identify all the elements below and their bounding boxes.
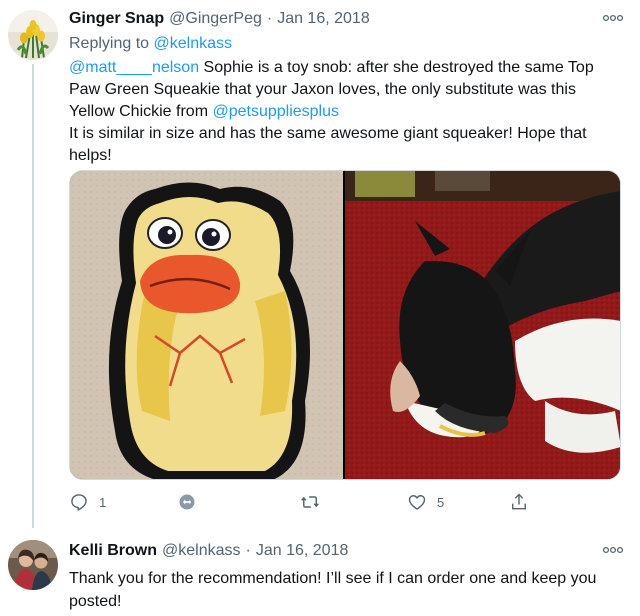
tweet-date[interactable]: Jan 16, 2018 (277, 9, 370, 29)
tweet-text: Thank you for the recommendation! I’ll s… (69, 570, 597, 610)
reply-button[interactable]: 1 (69, 492, 106, 512)
tweet-ginger-snap[interactable]: Ginger Snap @GingerPeg · Jan 16, 2018 Re… (0, 0, 640, 528)
replying-mention-link[interactable]: @kelnkass (154, 35, 233, 52)
like-count: 5 (437, 494, 445, 510)
tweet-header: Kelli Brown @kelnkass · Jan 16, 2018 (69, 541, 624, 561)
tweet-content: Ginger Snap @GingerPeg · Jan 16, 2018 Re… (69, 9, 624, 167)
retweet-icon (301, 496, 319, 508)
avatar[interactable] (8, 540, 58, 590)
replying-to: Replying to @kelnkass (69, 33, 624, 55)
author-handle[interactable]: @GingerPeg (169, 9, 262, 29)
couple-avatar-image (8, 540, 58, 590)
retweet-icon (179, 494, 195, 510)
tulips-avatar-image (8, 10, 58, 60)
dog-with-toy-photo[interactable] (345, 171, 620, 479)
reply-count: 1 (99, 494, 107, 510)
separator-dot: · (245, 542, 251, 559)
author-name[interactable]: Kelli Brown (69, 541, 157, 561)
reply-icon (71, 494, 87, 511)
yellow-chickie-toy-photo[interactable] (70, 171, 343, 479)
replying-prefix: Replying to (69, 35, 150, 52)
separator-dot: · (266, 10, 273, 27)
mention-link-matt[interactable]: @matt____nelson (69, 59, 199, 76)
tweet-text: @matt____nelson Sophie is a toy snob: af… (69, 57, 624, 167)
like-icon (408, 495, 426, 510)
share-button[interactable] (509, 492, 529, 512)
author-handle[interactable]: @kelnkass (162, 541, 241, 561)
retweet-share-button[interactable] (177, 492, 197, 512)
thread-line (32, 64, 34, 528)
tweet-actions: 1 5 (69, 492, 549, 514)
tweet-header: Ginger Snap @GingerPeg · Jan 16, 2018 (69, 9, 624, 29)
like-button[interactable]: 5 (407, 492, 444, 512)
tweet-date[interactable]: Jan 16, 2018 (256, 541, 349, 561)
retweet-button[interactable] (300, 492, 320, 512)
media-grid[interactable] (69, 170, 621, 480)
tweet-text-part2: It is similar in size and has the same a… (69, 125, 587, 164)
tweet-content: Kelli Brown @kelnkass · Jan 16, 2018 Tha… (69, 541, 624, 613)
avatar[interactable] (8, 10, 58, 60)
tweet-kelli-brown[interactable]: Kelli Brown @kelnkass · Jan 16, 2018 Tha… (0, 528, 640, 616)
author-name[interactable]: Ginger Snap (69, 9, 164, 29)
share-icon (512, 493, 526, 510)
more-icon[interactable] (602, 543, 624, 557)
more-icon[interactable] (602, 11, 624, 25)
mention-link-petsuppliesplus[interactable]: @petsuppliesplus (212, 103, 339, 120)
